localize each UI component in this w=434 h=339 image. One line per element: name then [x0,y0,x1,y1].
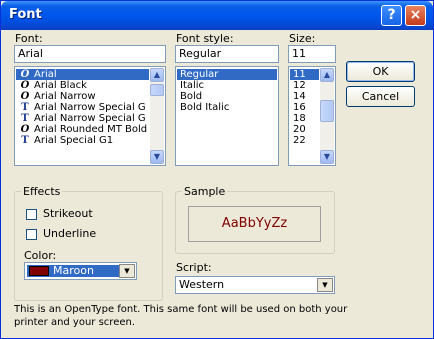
list-item[interactable]: T Arial Narrow Special G [16,102,149,113]
strikeout-checkbox[interactable] [26,209,37,220]
list-item[interactable]: 12 [290,80,319,91]
help-button[interactable]: ? [381,5,402,26]
font-name-field[interactable]: Arial [14,45,166,63]
list-item-label: 20 [293,124,306,135]
list-item-label: Arial Narrow Special G [34,102,146,113]
font-dialog: Font ? × Font: Arial O Arial O Arial Black O… [0,0,434,339]
scroll-down-icon[interactable]: ▼ [320,150,334,164]
script-label: Script: [176,261,212,274]
dialog-title: Font [9,7,42,22]
font-label: Font: [15,32,43,45]
list-item-label: 18 [293,113,306,124]
chevron-down-icon[interactable]: ▼ [317,278,333,292]
color-dropdown[interactable]: Maroon ▼ [24,262,137,280]
list-item[interactable]: 16 [290,102,319,113]
effects-group: Effects Strikeout Underline Color: Maroo… [14,185,163,301]
list-item-label: 22 [293,135,306,146]
list-item-label: Bold Italic [180,102,230,113]
list-item-label: Arial [34,69,57,80]
truetype-icon: T [21,102,29,113]
list-item-label: 12 [293,80,306,91]
list-item[interactable]: Italic [177,80,277,91]
list-item-label: Arial Narrow Special G [34,113,146,124]
cancel-button[interactable]: Cancel [346,86,415,107]
font-list-scrollbar[interactable]: ▲ ▼ [150,68,164,164]
scroll-down-icon[interactable]: ▼ [150,150,164,164]
list-item[interactable]: Regular [177,69,277,80]
list-item-label: Regular [180,69,219,80]
title-bar[interactable]: Font ? × [1,1,433,30]
list-item[interactable]: 11 [290,69,319,80]
scroll-thumb[interactable] [150,84,164,96]
list-item[interactable]: O Arial [16,69,149,80]
list-item[interactable]: 18 [290,113,319,124]
list-item[interactable]: Bold [177,91,277,102]
chevron-down-icon[interactable]: ▼ [119,264,135,278]
font-style-label: Font style: [176,32,234,45]
list-item[interactable]: T Arial Narrow Special G [16,113,149,124]
list-item[interactable]: 22 [290,135,319,146]
size-field[interactable]: 11 [288,45,336,63]
list-item[interactable]: O Arial Black [16,80,149,91]
info-line-1: This is an OpenType font. This same font… [14,304,348,315]
opentype-icon: O [20,124,30,135]
list-item-label: Arial Rounded MT Bold [34,124,148,135]
list-item-label: Arial Black [34,80,87,91]
script-dropdown[interactable]: Western ▼ [175,276,335,294]
color-label: Color: [24,249,57,262]
color-swatch [29,266,49,276]
scroll-thumb[interactable] [320,100,334,122]
strikeout-label[interactable]: Strikeout [43,207,93,220]
scroll-up-icon[interactable]: ▲ [150,68,164,82]
truetype-icon: T [21,135,29,146]
help-icon: ? [387,7,396,23]
font-style-field[interactable]: Regular [175,45,279,63]
size-list-scrollbar[interactable]: ▲ ▼ [320,68,334,164]
sample-group: Sample AaBbYyZz [175,185,335,254]
opentype-icon: O [20,80,30,91]
size-list[interactable]: 11 12 14 16 18 20 22 ▲ ▼ [288,66,336,166]
list-item-label: Italic [180,80,205,91]
list-item-label: Bold [180,91,203,102]
opentype-icon: O [20,69,30,80]
size-label: Size: [289,32,316,45]
list-item-label: 14 [293,91,306,102]
close-button[interactable]: × [405,5,426,26]
script-value: Western [179,278,225,291]
list-item[interactable]: 14 [290,91,319,102]
list-item-label: 16 [293,102,306,113]
effects-group-title: Effects [21,185,63,198]
font-style-list[interactable]: Regular Italic Bold Bold Italic [175,66,279,166]
dialog-body: Font: Arial O Arial O Arial Black O Arial Nar… [1,30,433,338]
list-item[interactable]: Bold Italic [177,102,277,113]
list-item-label: Arial Narrow [34,91,96,102]
underline-checkbox[interactable] [26,229,37,240]
sample-group-title: Sample [182,185,228,198]
info-line-2: printer and your screen. [14,317,136,328]
list-item-label: 11 [293,69,306,80]
close-icon: × [409,7,422,23]
ok-button[interactable]: OK [346,61,415,82]
sample-preview: AaBbYyZz [188,206,321,242]
list-item[interactable]: O Arial Narrow [16,91,149,102]
list-item[interactable]: 20 [290,124,319,135]
truetype-icon: T [21,113,29,124]
list-item[interactable]: T Arial Special G1 [16,135,149,146]
list-item-label: Arial Special G1 [34,135,114,146]
list-item[interactable]: O Arial Rounded MT Bold [16,124,149,135]
scroll-up-icon[interactable]: ▲ [320,68,334,82]
underline-label[interactable]: Underline [43,227,96,240]
opentype-icon: O [20,91,30,102]
font-list[interactable]: O Arial O Arial Black O Arial Narrow T Arial Na… [14,66,166,166]
color-value: Maroon [53,264,94,277]
